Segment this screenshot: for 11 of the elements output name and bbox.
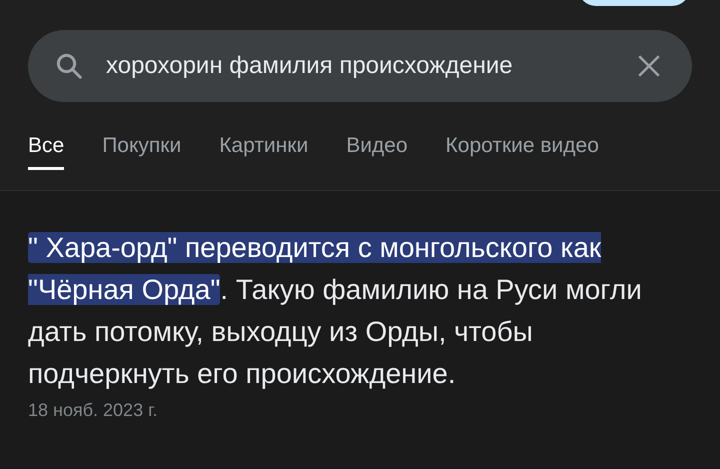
search-tab[interactable]: Короткие видео xyxy=(446,130,599,170)
search-tab[interactable]: Видео xyxy=(346,130,408,170)
search-input[interactable]: хорохорин фамилия происхождение xyxy=(106,48,636,84)
search-tab[interactable]: Все xyxy=(28,130,64,170)
search-tab[interactable]: Покупки xyxy=(102,130,182,170)
search-icon xyxy=(54,51,84,81)
result-date: 18 нояб. 2023 г. xyxy=(28,399,158,422)
search-tab[interactable]: Картинки xyxy=(219,130,308,170)
result-snippet: " Хара-орд" переводится с монгольского как "Чёрная Орда". Такую фамилию на Руси могли дать потомку, выходцу из Орды, чтобы подчеркнуть его происхождение. xyxy=(28,231,643,391)
close-icon[interactable] xyxy=(636,53,662,79)
search-field[interactable]: хорохорин фамилия происхождение xyxy=(28,30,692,102)
